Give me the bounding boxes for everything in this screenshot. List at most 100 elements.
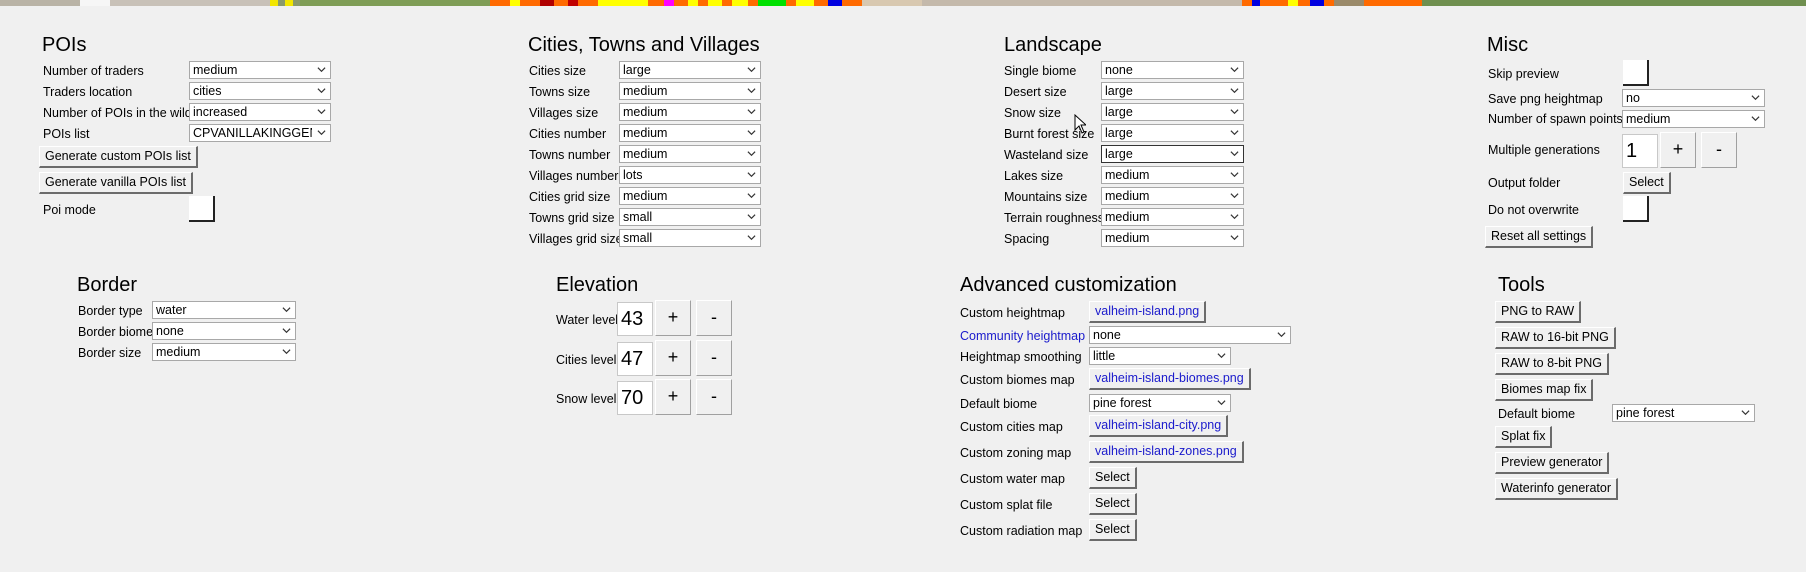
single-biome-value: none	[1105, 63, 1133, 77]
pois-list-select[interactable]: CPVANILLAKINGGEN12	[189, 124, 331, 142]
snow-size-value: large	[1105, 105, 1133, 119]
cities-level-label: Cities level	[556, 353, 617, 367]
biomes-map-fix-button[interactable]: Biomes map fix	[1495, 379, 1594, 401]
water-level-plus-button[interactable]: +	[655, 300, 691, 336]
cities-grid-size-value: medium	[623, 189, 668, 203]
spacing-value: medium	[1105, 231, 1150, 245]
landscape-title: Landscape	[1004, 34, 1102, 56]
border-size-value: medium	[156, 345, 201, 359]
chevron-down-icon	[1230, 193, 1239, 199]
border-type-select[interactable]: water	[152, 301, 296, 319]
community-heightmap-link[interactable]: Community heightmap	[960, 328, 1085, 344]
mountains-size-select[interactable]: medium	[1101, 187, 1244, 205]
chevron-down-icon	[1751, 95, 1760, 101]
tools-default-biome-value: pine forest	[1616, 406, 1675, 420]
number-of-traders-label: Number of traders	[43, 64, 144, 78]
poi-mode-checkbox[interactable]	[189, 196, 215, 222]
water-level-input[interactable]: 43	[617, 302, 653, 336]
border-size-label: Border size	[78, 346, 142, 360]
chevron-down-icon	[317, 88, 326, 94]
lakes-size-select[interactable]: medium	[1101, 166, 1244, 184]
custom-heightmap-button[interactable]: valheim-island.png	[1089, 301, 1207, 323]
raw-to-8bit-png-button[interactable]: RAW to 8-bit PNG	[1495, 353, 1609, 375]
custom-splat-file-label: Custom splat file	[960, 498, 1053, 512]
spacing-label: Spacing	[1004, 232, 1050, 246]
towns-grid-size-select[interactable]: small	[619, 208, 761, 226]
skip-preview-checkbox[interactable]	[1623, 60, 1649, 86]
towns-size-select[interactable]: medium	[619, 82, 761, 100]
villages-number-select[interactable]: lots	[619, 166, 761, 184]
border-size-select[interactable]: medium	[152, 343, 296, 361]
spawn-points-select[interactable]: medium	[1622, 110, 1765, 128]
cities-grid-size-select[interactable]: medium	[619, 187, 761, 205]
output-folder-select-button[interactable]: Select	[1623, 172, 1671, 194]
snow-level-label: Snow level	[556, 392, 617, 406]
wasteland-size-value: large	[1105, 147, 1133, 161]
water-level-label: Water level	[556, 313, 619, 327]
snow-level-minus-button[interactable]: -	[696, 379, 732, 415]
single-biome-select[interactable]: none	[1101, 61, 1244, 79]
splat-fix-button[interactable]: Splat fix	[1495, 426, 1553, 448]
preview-generator-button[interactable]: Preview generator	[1495, 452, 1610, 474]
heightmap-smoothing-select[interactable]: little	[1089, 347, 1231, 365]
custom-water-map-button[interactable]: Select	[1089, 467, 1137, 489]
save-png-heightmap-select[interactable]: no	[1622, 89, 1765, 107]
wasteland-size-select[interactable]: large	[1101, 145, 1244, 163]
villages-size-value: medium	[623, 105, 668, 119]
waterinfo-generator-button[interactable]: Waterinfo generator	[1495, 478, 1619, 500]
custom-zoning-map-button[interactable]: valheim-island-zones.png	[1089, 441, 1244, 463]
cities-level-input[interactable]: 47	[617, 342, 653, 376]
custom-radiation-map-button[interactable]: Select	[1089, 519, 1137, 541]
water-level-minus-button[interactable]: -	[696, 300, 732, 336]
snow-level-input[interactable]: 70	[617, 381, 653, 415]
cities-size-label: Cities size	[529, 64, 586, 78]
cities-size-value: large	[623, 63, 651, 77]
multiple-generations-input[interactable]: 1	[1622, 134, 1658, 168]
chevron-down-icon	[747, 151, 756, 157]
cities-number-select[interactable]: medium	[619, 124, 761, 142]
custom-biomes-map-button[interactable]: valheim-island-biomes.png	[1089, 368, 1251, 390]
pois-title: POIs	[42, 34, 87, 56]
save-png-heightmap-value: no	[1626, 91, 1640, 105]
number-of-traders-select[interactable]: medium	[189, 61, 331, 79]
towns-number-select[interactable]: medium	[619, 145, 761, 163]
chevron-down-icon	[1230, 172, 1239, 178]
snow-size-select[interactable]: large	[1101, 103, 1244, 121]
pois-in-wild-select[interactable]: increased	[189, 103, 331, 121]
towns-grid-size-value: small	[623, 210, 653, 224]
custom-splat-file-button[interactable]: Select	[1089, 493, 1137, 515]
chevron-down-icon	[1217, 353, 1226, 359]
reset-all-settings-button[interactable]: Reset all settings	[1485, 226, 1594, 248]
community-heightmap-value: none	[1093, 328, 1121, 342]
spacing-select[interactable]: medium	[1101, 229, 1244, 247]
cities-level-minus-button[interactable]: -	[696, 340, 732, 376]
tools-default-biome-select[interactable]: pine forest	[1612, 404, 1755, 422]
burnt-forest-size-select[interactable]: large	[1101, 124, 1244, 142]
multiple-generations-minus-button[interactable]: -	[1701, 132, 1737, 168]
terrain-roughness-select[interactable]: medium	[1101, 208, 1244, 226]
multiple-generations-plus-button[interactable]: +	[1660, 132, 1696, 168]
generate-custom-pois-button[interactable]: Generate custom POIs list	[39, 146, 198, 168]
villages-grid-size-value: small	[623, 231, 653, 245]
snow-level-plus-button[interactable]: +	[655, 379, 691, 415]
heightmap-smoothing-label: Heightmap smoothing	[960, 350, 1082, 364]
snow-size-label: Snow size	[1004, 106, 1061, 120]
custom-cities-map-button[interactable]: valheim-island-city.png	[1089, 415, 1229, 437]
villages-size-select[interactable]: medium	[619, 103, 761, 121]
elevation-title: Elevation	[556, 274, 639, 296]
default-biome-select[interactable]: pine forest	[1089, 394, 1231, 412]
desert-size-label: Desert size	[1004, 85, 1067, 99]
border-biome-select[interactable]: none	[152, 322, 296, 340]
png-to-raw-button[interactable]: PNG to RAW	[1495, 301, 1582, 323]
cities-level-plus-button[interactable]: +	[655, 340, 691, 376]
community-heightmap-select[interactable]: none	[1089, 326, 1291, 344]
generate-vanilla-pois-button[interactable]: Generate vanilla POIs list	[39, 172, 194, 194]
villages-grid-size-select[interactable]: small	[619, 229, 761, 247]
traders-location-select[interactable]: cities	[189, 82, 331, 100]
do-not-overwrite-checkbox[interactable]	[1623, 196, 1649, 222]
villages-number-label: Villages number	[529, 169, 619, 183]
desert-size-select[interactable]: large	[1101, 82, 1244, 100]
border-biome-label: Border biome	[78, 325, 154, 339]
raw-to-16bit-png-button[interactable]: RAW to 16-bit PNG	[1495, 327, 1616, 349]
cities-size-select[interactable]: large	[619, 61, 761, 79]
